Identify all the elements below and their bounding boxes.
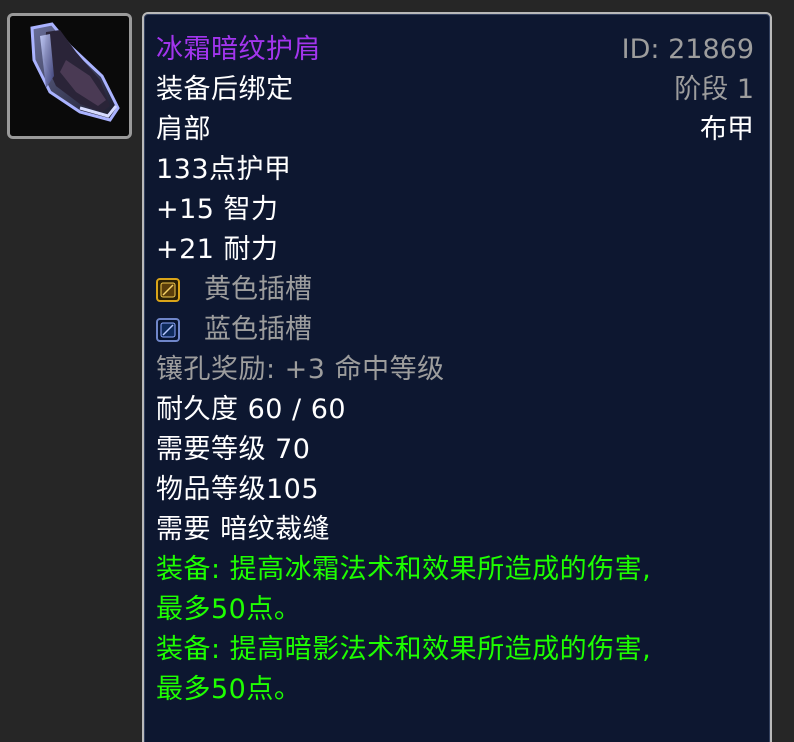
item-icon-frame[interactable] (7, 13, 132, 139)
item-name: 冰霜暗纹护肩 (156, 34, 321, 65)
item-level: 物品等级105 (156, 474, 320, 505)
item-tooltip-view: 冰霜暗纹护肩 ID: 21869 装备后绑定 阶段 1 肩部 布甲 133点护甲… (0, 0, 794, 742)
item-required-level: 需要等级 70 (156, 434, 311, 465)
blue-socket-row: 蓝色插槽 (156, 310, 312, 350)
equip-effect-1-line-2: 最多50点。 (156, 594, 302, 625)
item-stat-intellect: +15 智力 (156, 194, 279, 225)
equip-effect-1-line-1: 装备: 提高冰霜法术和效果所造成的伤害, (156, 554, 652, 585)
shoulder-armor-icon (10, 16, 129, 136)
blue-socket-icon (156, 318, 180, 342)
yellow-socket-icon (156, 278, 180, 302)
item-armor: 133点护甲 (156, 154, 292, 185)
blue-socket-label: 蓝色插槽 (204, 314, 312, 345)
item-phase: 阶段 1 (674, 74, 754, 105)
item-armor-type: 布甲 (700, 114, 754, 145)
socket-bonus: 镶孔奖励: +3 命中等级 (156, 354, 445, 385)
equip-effect-2-line-1: 装备: 提高暗影法术和效果所造成的伤害, (156, 634, 652, 665)
yellow-socket-row: 黄色插槽 (156, 270, 312, 310)
item-durability: 耐久度 60 / 60 (156, 394, 347, 425)
equip-effect-2-line-2: 最多50点。 (156, 674, 302, 705)
item-slot: 肩部 (156, 114, 211, 145)
item-id: ID: 21869 (621, 34, 754, 65)
item-required-profession: 需要 暗纹裁缝 (156, 514, 331, 545)
item-binding: 装备后绑定 (156, 74, 294, 105)
item-stat-stamina: +21 耐力 (156, 234, 279, 265)
yellow-socket-label: 黄色插槽 (204, 274, 312, 305)
item-tooltip: 冰霜暗纹护肩 ID: 21869 装备后绑定 阶段 1 肩部 布甲 133点护甲… (142, 12, 772, 742)
